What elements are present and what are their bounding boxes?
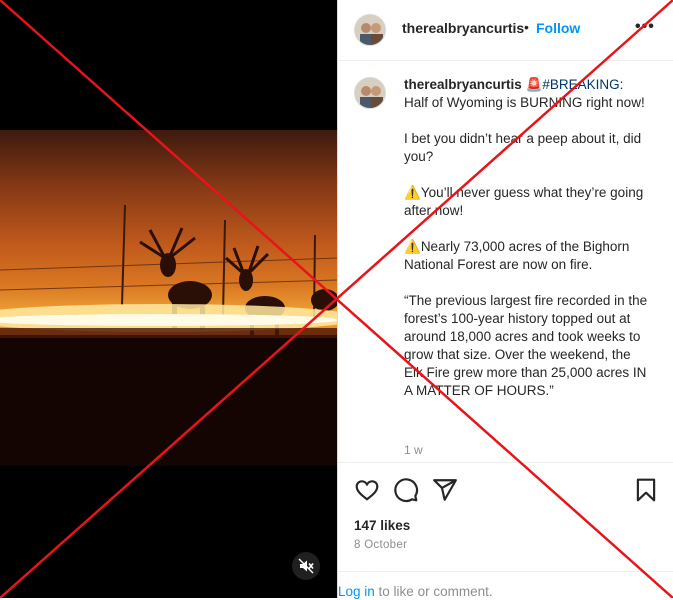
profile-photo: [355, 15, 385, 45]
heart-icon[interactable]: [354, 477, 380, 503]
avatar[interactable]: [354, 14, 386, 46]
post-header: therealbryancurtis • Follow •••: [338, 0, 673, 61]
login-link[interactable]: Log in: [338, 584, 375, 599]
bookmark-icon[interactable]: [633, 477, 659, 503]
more-options-icon[interactable]: •••: [635, 18, 655, 36]
profile-photo: [355, 78, 385, 108]
mute-button[interactable]: [292, 552, 320, 580]
muted-speaker-icon: [298, 558, 314, 574]
caption-username[interactable]: therealbryancurtis: [404, 77, 522, 92]
caption-area: therealbryancurtis 🚨#BREAKING: Half of W…: [338, 61, 673, 461]
follow-button[interactable]: Follow: [536, 20, 580, 36]
caption-para3: You’ll never guess what they’re going af…: [404, 185, 644, 218]
post-media[interactable]: [0, 0, 337, 598]
warning-emoji: ⚠️: [404, 239, 421, 254]
comment-icon[interactable]: [393, 477, 419, 503]
caption-avatar[interactable]: [354, 77, 386, 109]
post-date: 8 October: [354, 539, 408, 551]
action-bar: 147 likes 8 October Log in to like or co…: [338, 462, 673, 599]
caption-para2: I bet you didn’t hear a peep about it, d…: [404, 131, 642, 164]
send-icon[interactable]: [432, 477, 458, 503]
warning-emoji: ⚠️: [404, 185, 421, 200]
hashtag-link[interactable]: #BREAKING: [542, 77, 619, 92]
likes-count[interactable]: 147 likes: [354, 518, 410, 533]
siren-emoji: 🚨: [525, 77, 543, 92]
post-time-ago[interactable]: 1 w: [404, 443, 423, 457]
post-sidebar: therealbryancurtis • Follow ••• therealb…: [337, 0, 673, 599]
login-prompt-text: to like or comment.: [374, 584, 493, 599]
post-caption: therealbryancurtis 🚨#BREAKING: Half of W…: [404, 76, 649, 418]
fire-elk-image: [0, 204, 337, 466]
caption-para5: “The previous largest fire recorded in t…: [404, 293, 648, 398]
video-frame[interactable]: [0, 130, 337, 466]
separator-dot: •: [524, 19, 529, 35]
login-prompt: Log in to like or comment.: [338, 571, 673, 600]
post-username[interactable]: therealbryancurtis: [402, 20, 524, 36]
caption-para4: Nearly 73,000 acres of the Bighorn Natio…: [404, 239, 630, 272]
